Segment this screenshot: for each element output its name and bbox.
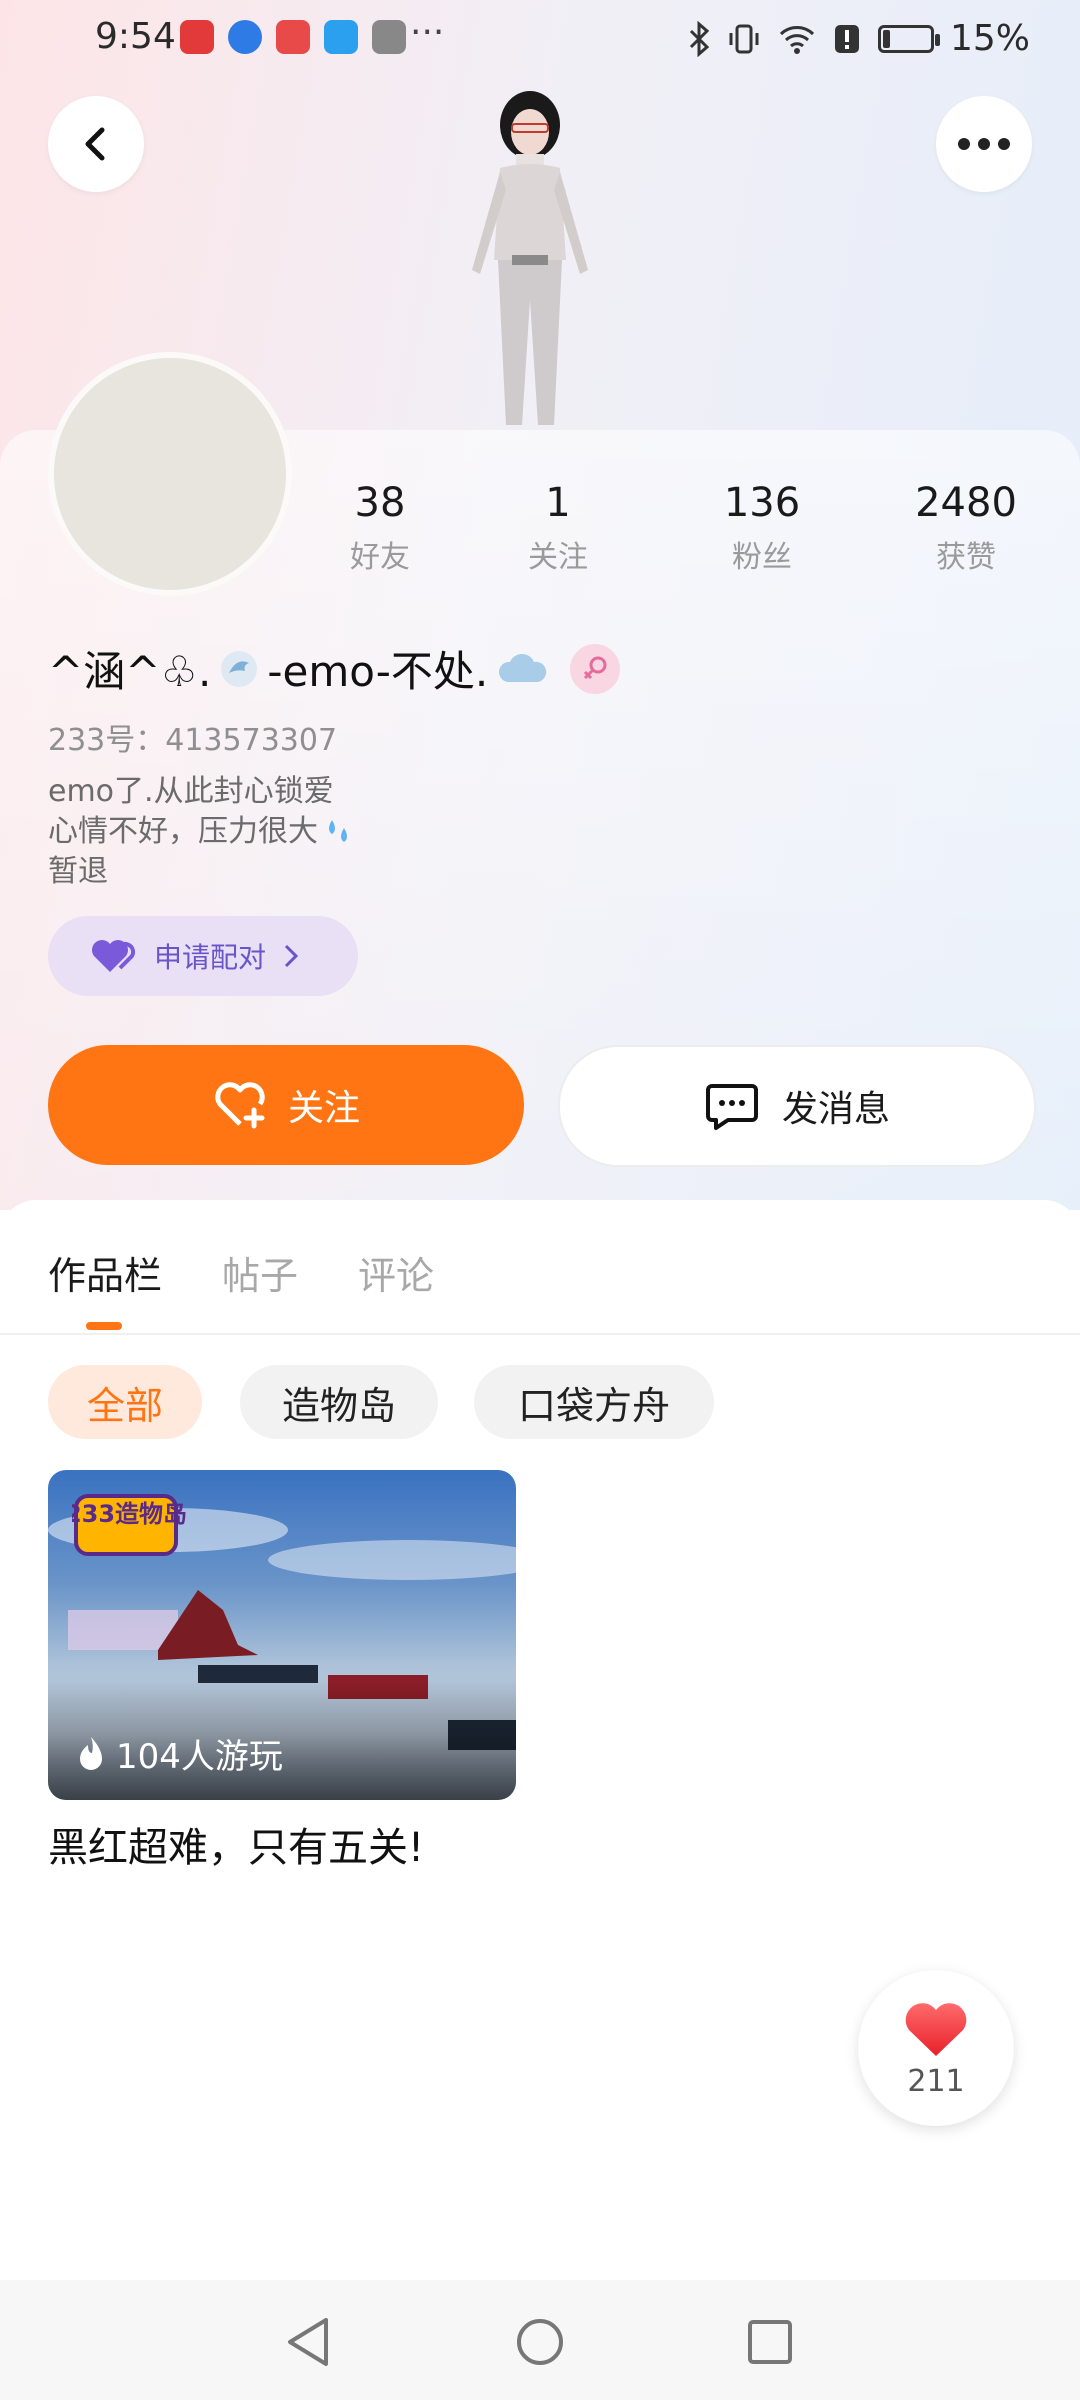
logo-text: 233造物岛 xyxy=(72,1500,187,1528)
vibrate-icon xyxy=(729,24,759,53)
status-bar: 9:54 ··· 15% xyxy=(0,0,1080,80)
cloud-emoji-icon xyxy=(499,653,547,682)
tab-divider xyxy=(0,1333,1080,1335)
creation-island-logo: 233造物岛 xyxy=(65,1490,192,1560)
tab-comments[interactable]: 评论 xyxy=(358,1245,434,1300)
user-avatar[interactable] xyxy=(48,352,292,596)
active-tab-indicator xyxy=(86,1322,122,1330)
message-label: 发消息 xyxy=(781,1089,890,1130)
like-button[interactable]: 211 xyxy=(858,1970,1014,2126)
character-avatar-figure[interactable] xyxy=(430,80,630,430)
like-count: 211 xyxy=(907,2063,965,2099)
stat-value: 1 xyxy=(545,480,571,526)
stat-label: 关注 xyxy=(528,540,588,575)
alert-icon xyxy=(834,24,859,53)
user-id: 233号：413573307 xyxy=(48,723,338,758)
stat-following[interactable]: 1 关注 xyxy=(478,480,638,576)
heart-plus-icon xyxy=(215,1082,265,1129)
dolphin-emoji-icon xyxy=(221,650,258,687)
apply-pair-button[interactable]: 申请配对 xyxy=(48,916,358,996)
user-bio: emo了.从此封心锁爱 心情不好，压力很大 暂退 xyxy=(48,772,354,892)
chat-bubble-icon xyxy=(705,1084,758,1130)
back-icon xyxy=(85,127,105,161)
play-count: 104人游玩 xyxy=(76,1729,283,1778)
stat-friends[interactable]: 38 好友 xyxy=(300,480,460,576)
heart-icon xyxy=(905,2002,967,2056)
username-part-b: -emo-不处. xyxy=(267,647,489,696)
browser-app-icon xyxy=(228,20,262,54)
bio-line: 心情不好，压力很大 xyxy=(48,814,318,849)
filter-creation-island[interactable]: 造物岛 xyxy=(240,1365,438,1439)
stat-value: 136 xyxy=(723,480,801,526)
status-time: 9:54 xyxy=(95,16,176,57)
work-title[interactable]: 黑红超难，只有五关! xyxy=(48,1815,424,1873)
filter-all[interactable]: 全部 xyxy=(48,1365,202,1439)
bio-line: 暂退 xyxy=(48,854,108,889)
system-navigation-bar xyxy=(0,2280,1080,2400)
weather-app-icon xyxy=(324,20,358,54)
username-part-a: ^涵^♧. xyxy=(48,647,212,696)
back-button[interactable] xyxy=(48,96,144,192)
filter-pocket-ark[interactable]: 口袋方舟 xyxy=(474,1365,714,1439)
more-icon xyxy=(958,138,1010,150)
play-count-text: 104人游玩 xyxy=(116,1737,283,1777)
fire-icon xyxy=(80,1736,102,1770)
female-icon xyxy=(584,656,607,679)
stat-likes[interactable]: 2480 获赞 xyxy=(886,480,1046,576)
tab-works[interactable]: 作品栏 xyxy=(48,1245,162,1300)
system-icons: 15% xyxy=(688,18,1030,59)
huawei-app-icon xyxy=(276,20,310,54)
stat-label: 获赞 xyxy=(936,540,996,575)
gender-badge xyxy=(570,643,621,694)
username: ^涵^♧. -emo-不处. xyxy=(48,638,621,699)
bio-line: emo了.从此封心锁爱 xyxy=(48,774,334,809)
cleaner-app-icon xyxy=(372,20,406,54)
stat-label: 好友 xyxy=(350,540,410,575)
battery-icon xyxy=(877,24,940,53)
stat-label: 粉丝 xyxy=(732,540,792,575)
nav-recents-icon[interactable] xyxy=(746,2318,794,2366)
nav-back-icon[interactable] xyxy=(284,2316,334,2368)
more-notifications-icon: ··· xyxy=(410,12,445,53)
battery-percent: 15% xyxy=(949,18,1030,59)
stat-value: 38 xyxy=(354,480,406,526)
heart-icon xyxy=(92,940,136,972)
work-card[interactable]: 233造物岛 104人游玩 xyxy=(48,1470,516,1800)
nav-home-icon[interactable] xyxy=(514,2316,566,2368)
send-message-button[interactable]: 发消息 xyxy=(558,1045,1036,1167)
notification-icons xyxy=(180,20,406,54)
follow-button[interactable]: 关注 xyxy=(48,1045,524,1165)
book-app-icon xyxy=(180,20,214,54)
tab-posts[interactable]: 帖子 xyxy=(222,1245,298,1300)
more-options-button[interactable] xyxy=(936,96,1032,192)
wifi-icon xyxy=(779,25,815,54)
bluetooth-icon xyxy=(689,20,710,57)
stat-fans[interactable]: 136 粉丝 xyxy=(682,480,842,576)
chevron-right-icon xyxy=(284,944,299,968)
pair-label: 申请配对 xyxy=(154,941,267,974)
stat-value: 2480 xyxy=(915,480,1017,526)
sweat-droplets-icon xyxy=(329,820,347,842)
follow-label: 关注 xyxy=(287,1088,360,1129)
